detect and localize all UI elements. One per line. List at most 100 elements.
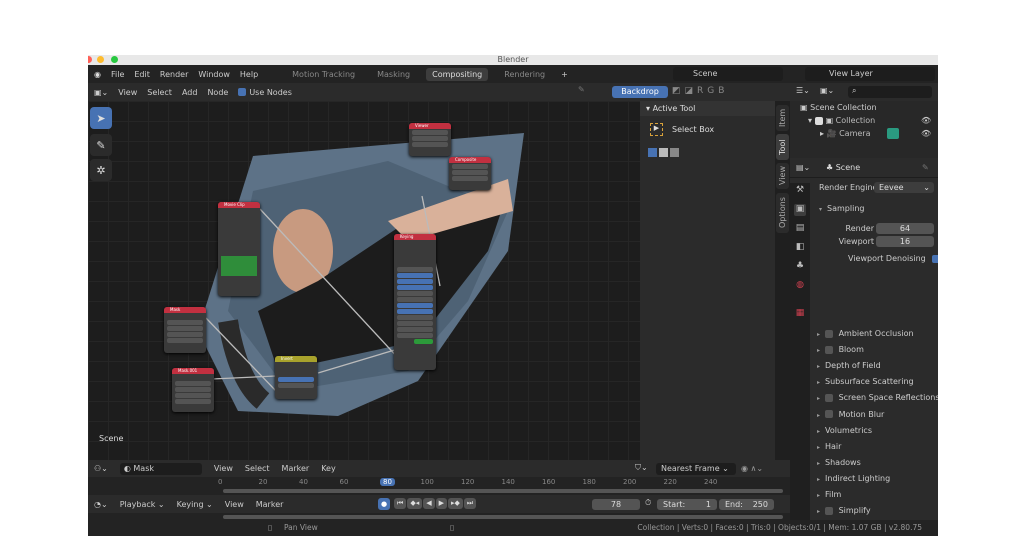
maximize-button[interactable] bbox=[111, 56, 118, 63]
channel-r[interactable]: R bbox=[697, 86, 703, 96]
play-reverse-icon[interactable]: ◀ bbox=[423, 498, 435, 509]
add-workspace-button[interactable]: + bbox=[561, 70, 568, 79]
panel-hair[interactable]: ▸ Hair bbox=[817, 440, 841, 454]
playhead[interactable]: 80 bbox=[380, 478, 395, 486]
view-layer-selector[interactable]: View Layer bbox=[805, 67, 935, 81]
cursor-tool-icon[interactable]: ✲ bbox=[90, 159, 112, 181]
panel-subsurface-scattering[interactable]: ▸ Subsurface Scattering bbox=[817, 375, 914, 389]
outliner-item-scene-collection[interactable]: ▣ Scene Collection bbox=[800, 103, 877, 112]
node-mask[interactable]: Mask bbox=[164, 307, 206, 353]
panel-film[interactable]: ▸ Film bbox=[817, 488, 841, 502]
mode-extend-icon[interactable] bbox=[659, 148, 668, 157]
menu-select[interactable]: Select bbox=[147, 88, 172, 97]
node-viewer[interactable]: Viewer bbox=[409, 123, 451, 156]
channel-g[interactable]: G bbox=[707, 86, 714, 96]
menu-file[interactable]: File bbox=[111, 70, 124, 79]
panel-enable-checkbox[interactable] bbox=[825, 393, 834, 402]
menu-view[interactable]: View bbox=[225, 500, 244, 509]
menu-marker[interactable]: Marker bbox=[282, 464, 310, 473]
panel-shadows[interactable]: ▸ Shadows bbox=[817, 456, 861, 470]
color-alpha-icon[interactable]: ◩ bbox=[672, 86, 681, 96]
panel-enable-checkbox[interactable] bbox=[825, 329, 834, 338]
outliner-item-collection[interactable]: ▾ ▣ Collection bbox=[808, 116, 875, 125]
keying-menu[interactable]: Keying ⌄ bbox=[177, 500, 213, 509]
current-frame-field[interactable]: 78 bbox=[592, 499, 640, 510]
menu-edit[interactable]: Edit bbox=[134, 70, 150, 79]
jump-start-icon[interactable]: ⏮ bbox=[394, 498, 407, 509]
menu-help[interactable]: Help bbox=[240, 70, 258, 79]
tab-item[interactable]: Item bbox=[776, 105, 789, 131]
panel-bloom[interactable]: ▸ Bloom bbox=[817, 343, 864, 357]
menu-view[interactable]: View bbox=[214, 464, 233, 473]
mask-selector[interactable]: ◐ Mask bbox=[119, 462, 202, 475]
camera-data-icon[interactable] bbox=[887, 128, 899, 139]
jump-end-icon[interactable]: ⏭ bbox=[463, 498, 477, 509]
editor-type-icon[interactable]: ⚇⌄ bbox=[94, 464, 108, 473]
viewport-samples-field[interactable]: 16 bbox=[876, 236, 934, 247]
node-composite[interactable]: Composite bbox=[449, 157, 491, 190]
horizontal-scrollbar[interactable] bbox=[223, 489, 783, 493]
tab-options[interactable]: Options bbox=[776, 193, 789, 233]
visibility-eye-icon[interactable]: 👁 bbox=[921, 129, 931, 138]
scene-selector[interactable]: Scene bbox=[673, 67, 783, 81]
menu-window[interactable]: Window bbox=[198, 70, 230, 79]
menu-node[interactable]: Node bbox=[207, 88, 228, 97]
menu-key[interactable]: Key bbox=[321, 464, 336, 473]
node-mask-001[interactable]: Mask.001 bbox=[172, 368, 214, 412]
prev-keyframe-icon[interactable]: ◆◂ bbox=[407, 498, 423, 509]
mode-subtract-icon[interactable] bbox=[670, 148, 679, 157]
channel-b[interactable]: B bbox=[718, 86, 724, 96]
menu-add[interactable]: Add bbox=[182, 88, 198, 97]
blender-logo-icon[interactable]: ◉ bbox=[94, 70, 101, 79]
panel-enable-checkbox[interactable] bbox=[825, 506, 834, 515]
active-tool-panel-header[interactable]: ▾ Active Tool bbox=[640, 101, 775, 116]
select-box-tool-icon[interactable]: ➤ bbox=[90, 107, 112, 129]
backdrop-button[interactable]: Backdrop bbox=[612, 86, 668, 98]
filter-icon[interactable]: ⛉⌄ bbox=[635, 463, 648, 473]
panel-motion-blur[interactable]: ▸ Motion Blur bbox=[817, 408, 884, 422]
panel-simplify[interactable]: ▸ Simplify bbox=[817, 504, 871, 518]
node-invert[interactable]: Invert bbox=[275, 356, 317, 399]
horizontal-scrollbar[interactable] bbox=[223, 515, 783, 519]
sampling-panel-header[interactable]: ▾ Sampling bbox=[819, 202, 864, 216]
node-editor[interactable]: Viewer Composite Keying Movie Clip Mask … bbox=[88, 101, 640, 460]
panel-enable-checkbox[interactable] bbox=[825, 345, 834, 354]
render-engine-select[interactable]: Eevee ⌄ bbox=[874, 182, 934, 193]
visibility-eye-icon[interactable]: 👁 bbox=[921, 116, 931, 125]
pin-icon[interactable]: ✎ bbox=[578, 85, 585, 94]
editor-type-icon[interactable]: ▣⌄ bbox=[94, 88, 108, 97]
panel-indirect-lighting[interactable]: ▸ Indirect Lighting bbox=[817, 472, 890, 486]
panel-volumetrics[interactable]: ▸ Volumetrics bbox=[817, 424, 872, 438]
tab-tool[interactable]: Tool bbox=[776, 134, 789, 160]
filter-icon[interactable]: ▣⌄ bbox=[820, 86, 834, 95]
minimize-button[interactable] bbox=[97, 56, 104, 63]
tab-rendering[interactable]: Rendering bbox=[498, 68, 551, 81]
annotate-tool-icon[interactable]: ✎ bbox=[90, 134, 112, 156]
menu-select[interactable]: Select bbox=[245, 464, 270, 473]
node-movie-clip[interactable]: Movie Clip bbox=[218, 202, 260, 296]
menu-marker[interactable]: Marker bbox=[256, 500, 284, 509]
tab-motion-tracking[interactable]: Motion Tracking bbox=[286, 68, 361, 81]
timeline-ruler[interactable]: 0 20 40 60 80 100 120 140 160 180 200 220 240 bbox=[218, 477, 778, 489]
viewport-denoising-checkbox[interactable]: Viewport Denoising bbox=[848, 252, 938, 266]
next-keyframe-icon[interactable]: ▸◆ bbox=[448, 498, 463, 509]
render-samples-field[interactable]: 64 bbox=[876, 223, 934, 234]
play-icon[interactable]: ▶ bbox=[435, 498, 447, 509]
panel-ambient-occlusion[interactable]: ▸ Ambient Occlusion bbox=[817, 327, 914, 341]
panel-enable-checkbox[interactable] bbox=[825, 410, 834, 418]
outliner-search-input[interactable]: ⌕ bbox=[848, 86, 932, 98]
start-frame-field[interactable]: Start: 1 bbox=[657, 499, 717, 510]
panel-screen-space-reflections[interactable]: ▸ Screen Space Reflections bbox=[817, 391, 938, 405]
end-frame-field[interactable]: End: 250 bbox=[719, 499, 774, 510]
menu-render[interactable]: Render bbox=[160, 70, 188, 79]
stopwatch-icon[interactable]: ⏱ bbox=[645, 498, 651, 508]
node-keying[interactable]: Keying bbox=[394, 234, 436, 370]
tab-compositing[interactable]: Compositing bbox=[426, 67, 489, 81]
display-mode-icon[interactable]: ☰⌄ bbox=[796, 86, 810, 95]
outliner-item-camera[interactable]: ▸ 🎥 Camera bbox=[820, 129, 870, 138]
playback-menu[interactable]: Playback ⌄ bbox=[120, 500, 165, 509]
alpha-icon[interactable]: ◪ bbox=[685, 86, 694, 96]
tab-view[interactable]: View bbox=[776, 163, 789, 189]
editor-type-icon[interactable]: ◔⌄ bbox=[94, 500, 108, 509]
tab-masking[interactable]: Masking bbox=[371, 68, 416, 81]
